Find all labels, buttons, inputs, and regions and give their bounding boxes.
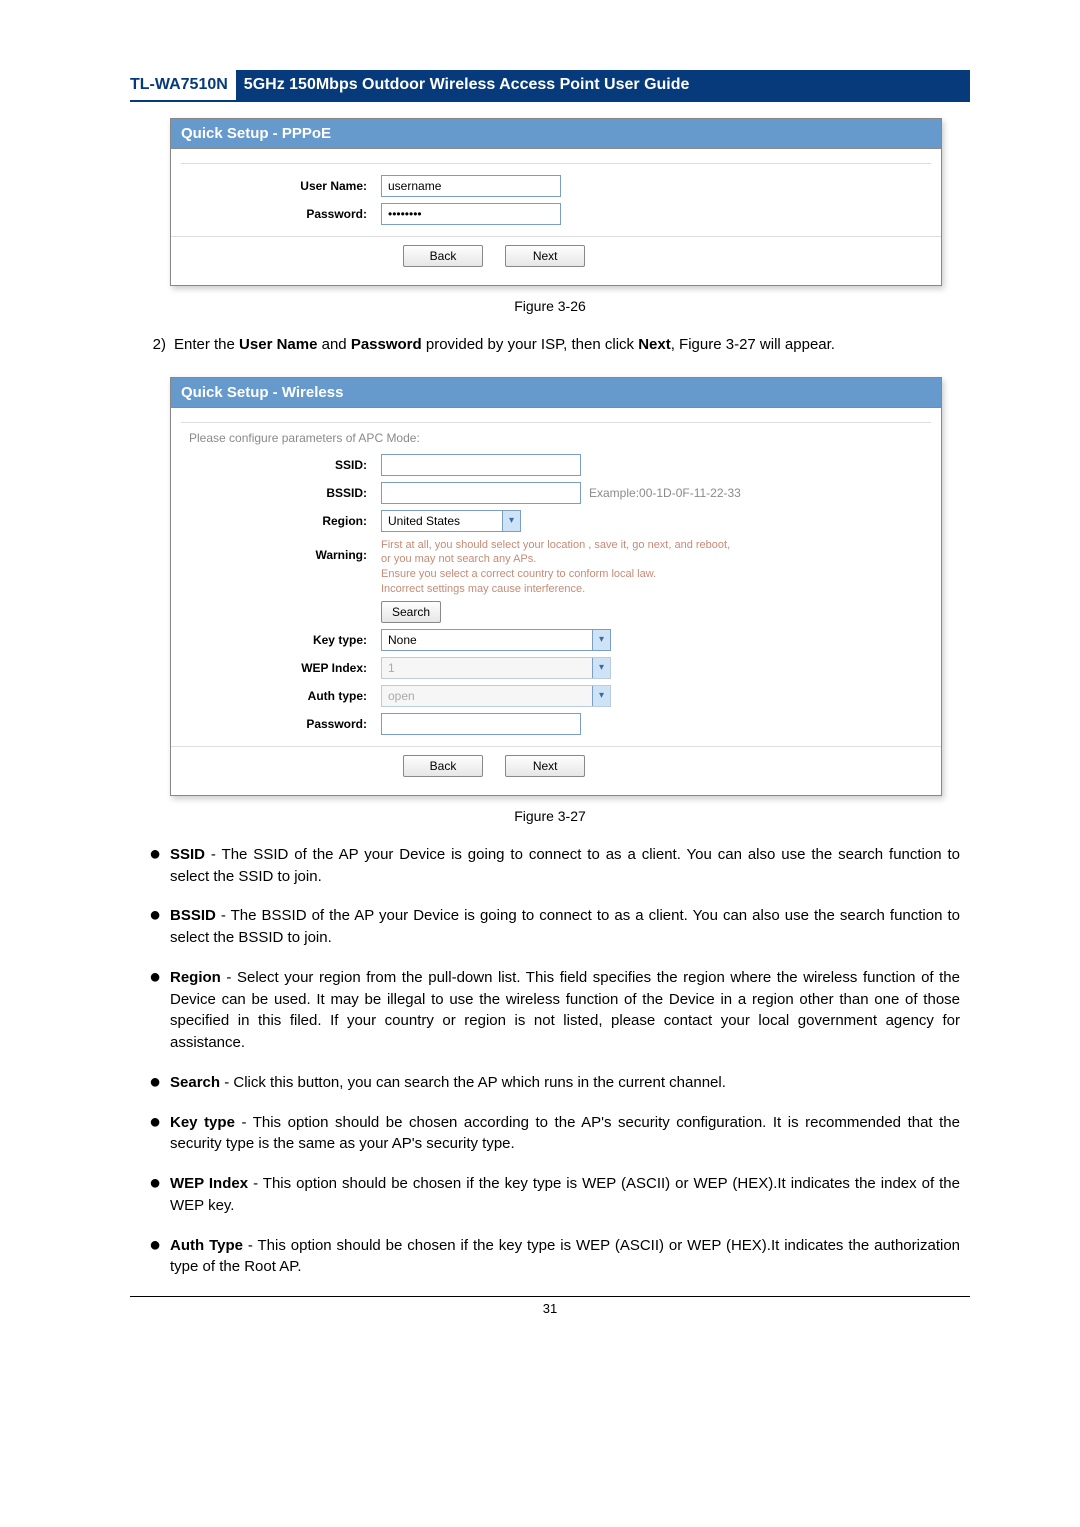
bullet-icon: ● [140,967,170,1054]
wireless-password-input[interactable] [381,713,581,735]
figure-3-26-screenshot: Quick Setup - PPPoE User Name: Password:… [170,118,942,286]
ssid-label: SSID: [171,458,381,472]
panel-title-wireless: Quick Setup - Wireless [171,378,941,408]
apc-intro: Please configure parameters of APC Mode: [171,431,941,451]
bullet-icon: ● [140,905,170,949]
chevron-down-icon: ▾ [592,658,610,678]
field-descriptions: ●SSID - The SSID of the AP your Device i… [140,844,960,1278]
region-label: Region: [171,514,381,528]
region-select[interactable]: United States ▾ [381,510,521,532]
chevron-down-icon: ▾ [502,511,520,531]
bullet-icon: ● [140,1173,170,1217]
user-name-input[interactable] [381,175,561,197]
bssid-example: Example:00-1D-0F-11-22-33 [589,486,741,500]
doc-title: 5GHz 150Mbps Outdoor Wireless Access Poi… [236,70,970,100]
back-button[interactable]: Back [403,245,483,267]
next-button[interactable]: Next [505,755,585,777]
bssid-label: BSSID: [171,486,381,500]
figure-3-27-screenshot: Quick Setup - Wireless Please configure … [170,377,942,796]
next-button[interactable]: Next [505,245,585,267]
bullet-icon: ● [140,1235,170,1279]
auth-type-select[interactable]: open ▾ [381,685,611,707]
bullet-icon: ● [140,1072,170,1094]
step-2-paragraph: 2) Enter the User Name and Password prov… [146,334,960,357]
figure-3-27-caption: Figure 3-27 [130,808,970,824]
password-label: Password: [171,207,381,221]
bullet-icon: ● [140,1112,170,1156]
key-type-select[interactable]: None ▾ [381,629,611,651]
back-button[interactable]: Back [403,755,483,777]
bullet-icon: ● [140,844,170,888]
auth-type-label: Auth type: [171,689,381,703]
model-number: TL-WA7510N [130,70,236,100]
panel-title-pppoe: Quick Setup - PPPoE [171,119,941,149]
password-input[interactable] [381,203,561,225]
key-type-label: Key type: [171,633,381,647]
chevron-down-icon: ▾ [592,630,610,650]
wep-index-select[interactable]: 1 ▾ [381,657,611,679]
warning-label: Warning: [171,538,381,562]
figure-3-26-caption: Figure 3-26 [130,298,970,314]
warning-text: First at all, you should select your loc… [381,538,941,597]
search-button[interactable]: Search [381,601,441,623]
doc-header: TL-WA7510N 5GHz 150Mbps Outdoor Wireless… [130,70,970,102]
chevron-down-icon: ▾ [592,686,610,706]
ssid-input[interactable] [381,454,581,476]
bssid-input[interactable] [381,482,581,504]
page-number-footer: 31 [130,1296,970,1316]
user-name-label: User Name: [171,179,381,193]
wep-index-label: WEP Index: [171,661,381,675]
wireless-password-label: Password: [171,717,381,731]
